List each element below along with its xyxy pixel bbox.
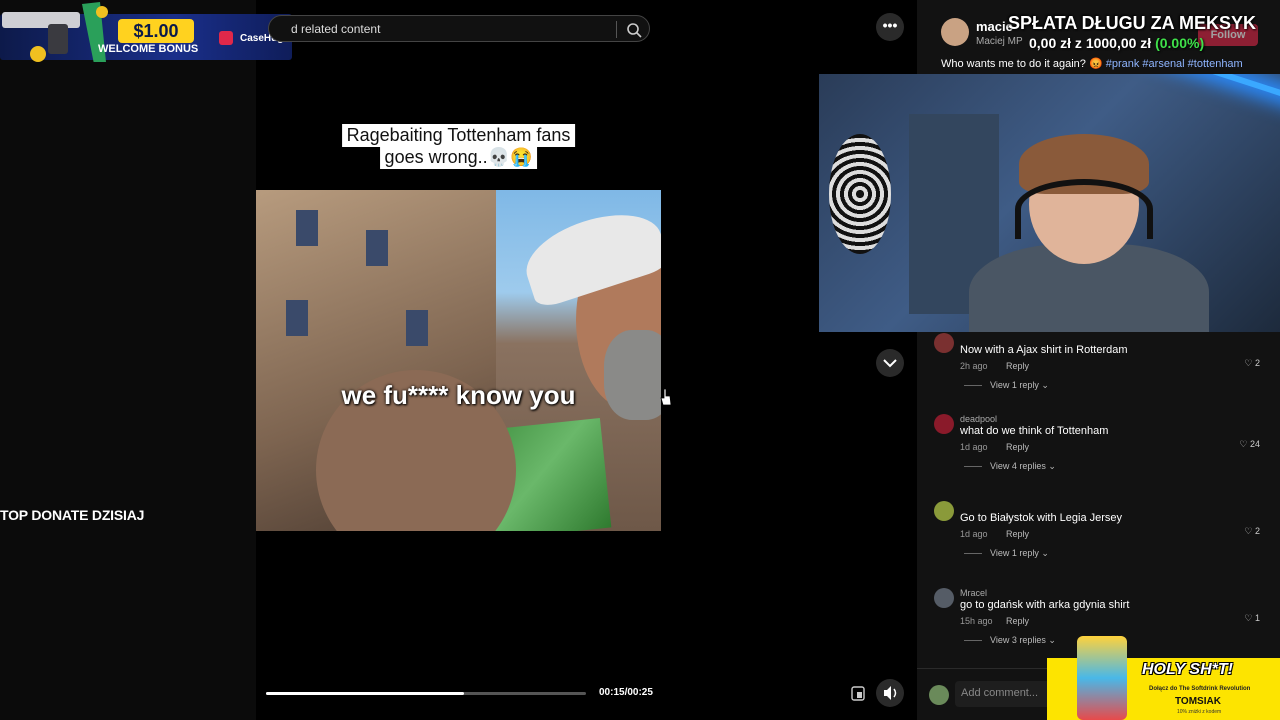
ad-brand: TOMSIAK: [1175, 696, 1221, 707]
ad-tagline: 10% zniżki z kodem: [1177, 709, 1222, 715]
description-text: Who wants me to do it again? 😡: [941, 58, 1103, 70]
chevron-down-icon: [883, 359, 897, 368]
video-description: Who wants me to do it again? 😡 #prank #a…: [941, 57, 1243, 70]
view-replies-button[interactable]: View 3 replies ⌄: [964, 635, 1056, 646]
reply-button[interactable]: Reply: [1006, 442, 1029, 452]
next-video-button[interactable]: [876, 349, 904, 377]
progress-fill: [266, 692, 465, 695]
search-bar[interactable]: d related content: [268, 15, 650, 42]
ad-subline: Dołącz do The Softdrink Revolution: [1149, 686, 1251, 692]
author-subtitle: Maciej MP: [976, 36, 1023, 47]
view-replies-button[interactable]: View 1 reply ⌄: [964, 548, 1049, 559]
search-divider: [616, 21, 617, 38]
search-input[interactable]: d related content: [291, 22, 380, 36]
goal-percent: (0.00%): [1155, 35, 1205, 51]
comment-avatar[interactable]: [934, 588, 954, 608]
comment-avatar[interactable]: [934, 501, 954, 521]
like-count: 2: [1254, 526, 1260, 536]
comment-time: 1d ago: [960, 529, 988, 539]
comment-username[interactable]: deadpool: [960, 414, 997, 424]
like-button[interactable]: ♡ 2: [1244, 526, 1260, 537]
hand-cursor-icon: [660, 388, 672, 406]
bonus-label: WELCOME BONUS: [98, 43, 199, 55]
comment-username[interactable]: Mracel: [960, 588, 987, 598]
picture-in-picture-button[interactable]: [846, 680, 870, 706]
wall-target: [829, 134, 891, 254]
comment-text: what do we think of Tottenham: [960, 425, 1109, 437]
comment-time: 1d ago: [960, 442, 988, 452]
video-player[interactable]: Ragebaiting Tottenham fans goes wrong..💀…: [256, 60, 661, 720]
like-button[interactable]: ♡ 1: [1244, 613, 1260, 624]
comment-text: Go to Białystok with Legia Jersey: [960, 512, 1123, 524]
headphones: [1015, 179, 1153, 239]
video-time: 00:15/00:25: [599, 687, 653, 698]
author-avatar[interactable]: [941, 18, 969, 46]
like-button[interactable]: ♡ 24: [1239, 439, 1260, 450]
ad-product-image: [1077, 636, 1127, 720]
description-tags[interactable]: #prank #arsenal #tottenham: [1106, 58, 1243, 70]
video-caption-line-2: goes wrong..💀😭: [379, 146, 538, 169]
more-options-button[interactable]: •••: [876, 13, 904, 41]
volume-button[interactable]: [876, 679, 904, 707]
sponsor-ad: HOLY SH*T! Dołącz do The Softdrink Revol…: [1047, 636, 1280, 720]
casehug-logo-icon: [219, 31, 233, 45]
comment-text: Now with a Ajax shirt in Rotterdam: [960, 344, 1128, 356]
reply-button[interactable]: Reply: [1006, 616, 1029, 626]
ad-headline: HOLY SH*T!: [1142, 661, 1233, 678]
progress-bar[interactable]: [266, 692, 586, 695]
stream-goal-progress: 0,00 zł z 1000,00 zł (0.00%): [1029, 35, 1204, 51]
building-window: [406, 310, 428, 346]
view-replies-button[interactable]: View 1 reply ⌄: [964, 380, 1049, 391]
reply-button[interactable]: Reply: [1006, 529, 1029, 539]
stream-goal-title: SPŁATA DŁUGU ZA MEKSYK: [1008, 13, 1256, 33]
goal-target: 1000,00 zł: [1085, 35, 1152, 51]
top-donate-label: TOP DONATE DZISIAJ: [0, 507, 145, 523]
like-count: 2: [1254, 358, 1260, 368]
goal-separator: z: [1074, 35, 1082, 51]
building-window: [296, 210, 318, 246]
left-panel: [0, 0, 256, 720]
comment-avatar[interactable]: [934, 333, 954, 353]
current-user-avatar: [929, 685, 949, 705]
building-window: [286, 300, 308, 336]
like-count: 24: [1249, 439, 1260, 449]
like-count: 1: [1254, 613, 1260, 623]
reply-button[interactable]: Reply: [1006, 361, 1029, 371]
video-caption-line-1: Ragebaiting Tottenham fans: [341, 124, 576, 147]
comment-text: go to gdańsk with arka gdynia shirt: [960, 599, 1130, 611]
like-button[interactable]: ♡ 2: [1244, 358, 1260, 369]
search-icon[interactable]: [625, 21, 643, 39]
bonus-amount: $1.00: [118, 19, 194, 43]
comment-time: 15h ago: [960, 616, 993, 626]
neon-light: [938, 74, 1280, 115]
comment-avatar[interactable]: [934, 414, 954, 434]
pistol-icon: [2, 2, 108, 62]
building-window: [366, 230, 388, 266]
pip-icon: [851, 686, 865, 701]
video-frame[interactable]: we fu**** know you: [256, 190, 661, 531]
view-replies-button[interactable]: View 4 replies ⌄: [964, 461, 1056, 472]
video-subtitle: we fu**** know you: [341, 380, 576, 410]
goal-current: 0,00 zł: [1029, 35, 1072, 51]
comment-time: 2h ago: [960, 361, 988, 371]
volume-icon: [884, 686, 897, 700]
streamer-webcam: [819, 74, 1280, 332]
